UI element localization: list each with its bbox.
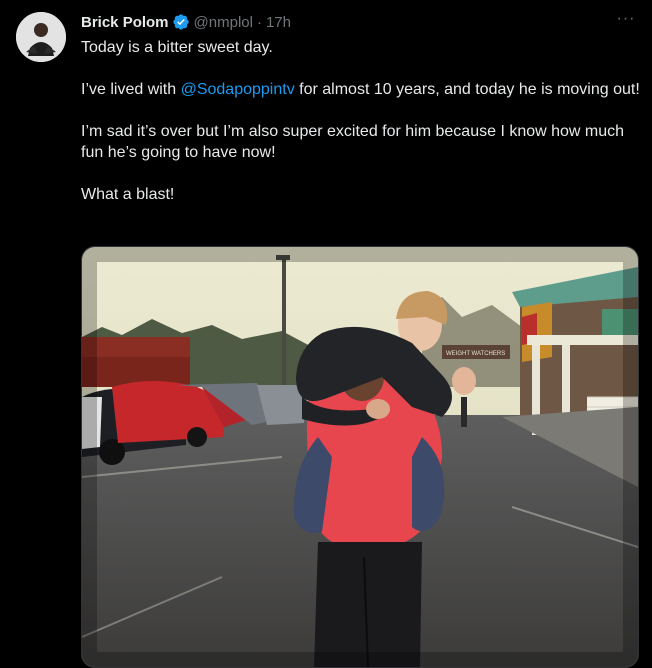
tweet-photo[interactable]: WEIGHT WATCHERS: [81, 246, 639, 668]
tweet-line-1: Today is a bitter sweet day.: [81, 39, 273, 56]
tweet-line-2-end: for almost 10 years, and today he is mov…: [294, 81, 640, 98]
avatar-image: [16, 12, 66, 62]
tweet-line-3: I’m sad it’s over but I’m also super exc…: [81, 123, 625, 161]
photo-image: WEIGHT WATCHERS: [82, 247, 638, 667]
tweet-line-4: What a blast!: [81, 186, 175, 203]
more-options-glyph: ···: [616, 10, 636, 27]
timestamp[interactable]: 17h: [266, 14, 291, 31]
store-sign-text: WEIGHT WATCHERS: [446, 351, 505, 357]
separator-dot: ·: [256, 13, 262, 31]
tweet-header: Brick Polom @nmplol · 17h: [81, 12, 636, 32]
verified-badge-icon: [172, 13, 190, 31]
author-handle[interactable]: @nmplol: [194, 14, 253, 31]
tweet-text: Today is a bitter sweet day. I’ve lived …: [81, 37, 641, 205]
tweet-line-2-start: I’ve lived with: [81, 81, 181, 98]
mention-link[interactable]: @Sodapoppintv: [181, 81, 295, 98]
avatar[interactable]: [16, 12, 66, 62]
author-name[interactable]: Brick Polom: [81, 14, 169, 31]
tweet-line-2: I’ve lived with @Sodapoppintv for almost…: [81, 79, 641, 100]
tweet: Brick Polom @nmplol · 17h ··· Today is a…: [0, 0, 652, 668]
more-options-icon[interactable]: ···: [616, 10, 636, 28]
